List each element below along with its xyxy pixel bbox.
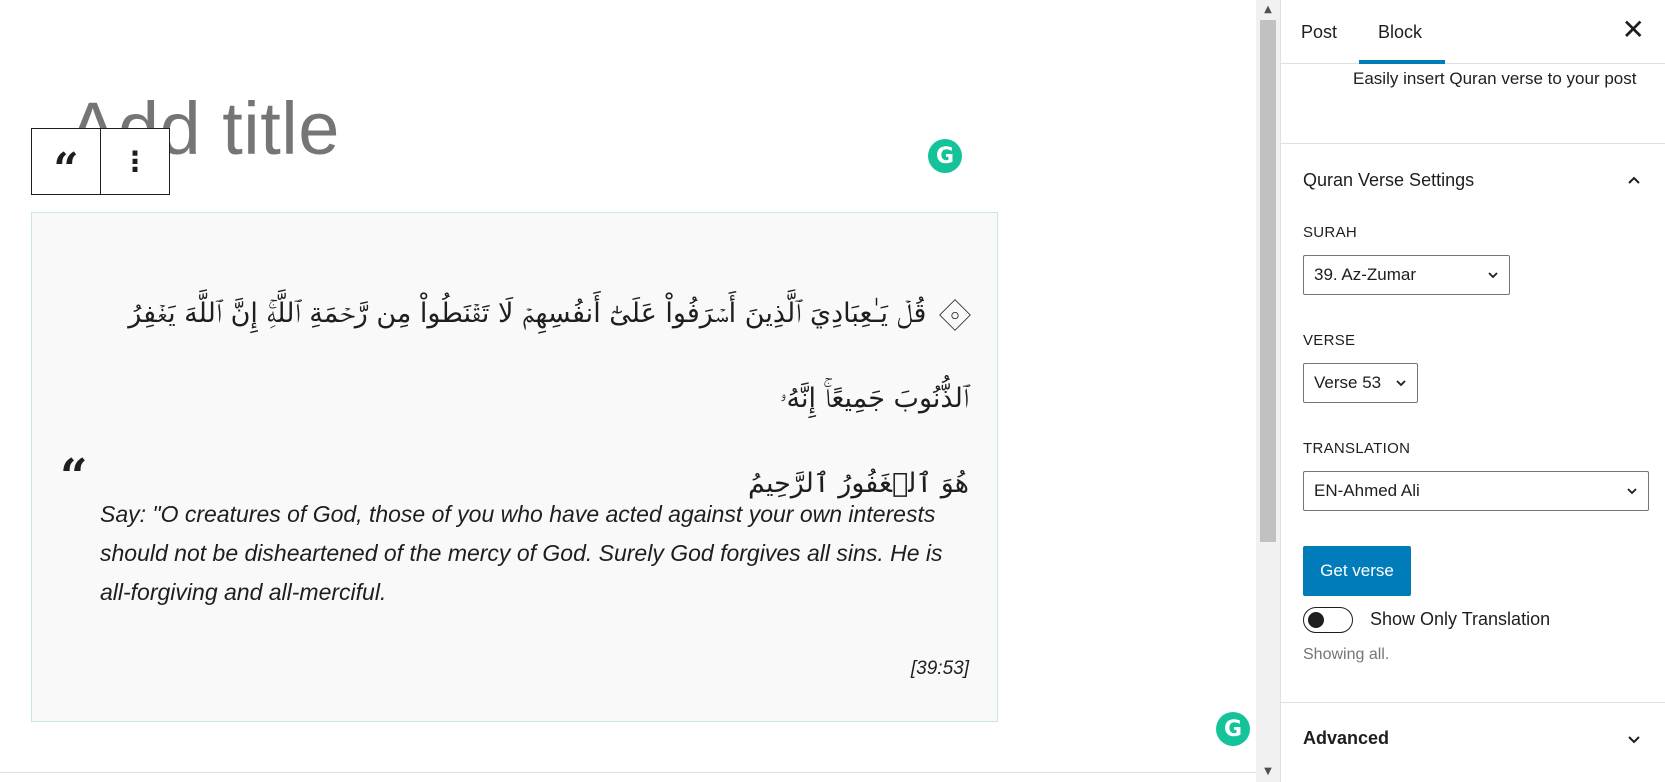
scroll-down-arrow-icon[interactable]: ▼ [1256,762,1280,780]
translation-select-value: EN-Ahmed Ali [1314,481,1420,500]
editor-scrollbar[interactable]: ▲ ▼ [1256,0,1280,782]
scroll-thumb[interactable] [1260,20,1276,542]
chevron-down-icon [1627,488,1637,495]
translation-select[interactable]: EN-Ahmed Ali [1303,471,1649,511]
block-description: Easily insert Quran verse to your post [1353,69,1637,88]
arabic-verse-text: قُلۡ يَـٰعِبَادِيَ ٱلَّذِينَ أَسۡرَفُواْ… [60,271,971,526]
sidebar-header: Post Block ✕ [1281,0,1665,64]
ayah-marker-icon [939,298,971,331]
grammarly-icon[interactable]: G [1216,712,1250,746]
verse-select[interactable]: Verse 53 [1303,363,1418,403]
canvas-divider [0,772,1256,773]
quran-verse-block[interactable]: قُلۡ يَـٰعِبَادِيَ ٱلَّذِينَ أَسۡرَفُواْ… [31,212,998,722]
active-tab-indicator [1359,60,1445,64]
surah-select-value: 39. Az-Zumar [1314,265,1417,284]
close-icon[interactable]: ✕ [1622,16,1645,44]
toggle-label[interactable]: Show Only Translation [1370,609,1550,630]
toggle-knob [1308,611,1324,628]
chevron-down-icon [1488,272,1498,279]
get-verse-button[interactable]: Get verse [1303,546,1411,596]
show-only-translation-toggle[interactable] [1303,607,1353,633]
more-options-icon[interactable]: ⋮ [101,129,169,194]
block-toolbar: “ ⋮ [31,128,170,195]
settings-panel-title[interactable]: Quran Verse Settings [1303,170,1474,191]
tab-block[interactable]: Block [1378,0,1422,64]
translation-label: TRANSLATION [1303,440,1411,457]
scroll-up-arrow-icon[interactable]: ▲ [1256,0,1280,18]
surah-select[interactable]: 39. Az-Zumar [1303,255,1510,295]
translation-text: Say: "O creatures of God, those of you w… [100,501,943,605]
panel-divider [1281,143,1665,144]
toggle-help-text: Showing all. [1303,646,1390,663]
grammarly-icon[interactable]: G [928,139,962,173]
chevron-down-icon [1396,380,1406,387]
panel-divider [1281,702,1665,703]
editor-canvas: Add title “ ⋮ G قُلۡ يَـٰعِبَادِيَ ٱلَّذ… [0,0,1280,782]
chevron-up-icon[interactable] [1627,173,1641,187]
arabic-line-1: قُلۡ يَـٰعِبَادِيَ ٱلَّذِينَ أَسۡرَفُواْ… [128,298,969,414]
chevron-down-icon[interactable] [1627,733,1641,747]
advanced-panel-title[interactable]: Advanced [1303,728,1389,749]
verse-reference: [39:53] [910,658,969,679]
surah-label: SURAH [1303,224,1358,241]
verse-select-value: Verse 53 [1314,373,1382,392]
quote-block-icon[interactable]: “ [32,129,100,195]
tab-post[interactable]: Post [1301,0,1337,64]
settings-sidebar: Post Block ✕ Easily insert Quran verse t… [1280,0,1665,782]
quote-mark-icon: “ [60,449,88,505]
verse-label: VERSE [1303,332,1356,349]
